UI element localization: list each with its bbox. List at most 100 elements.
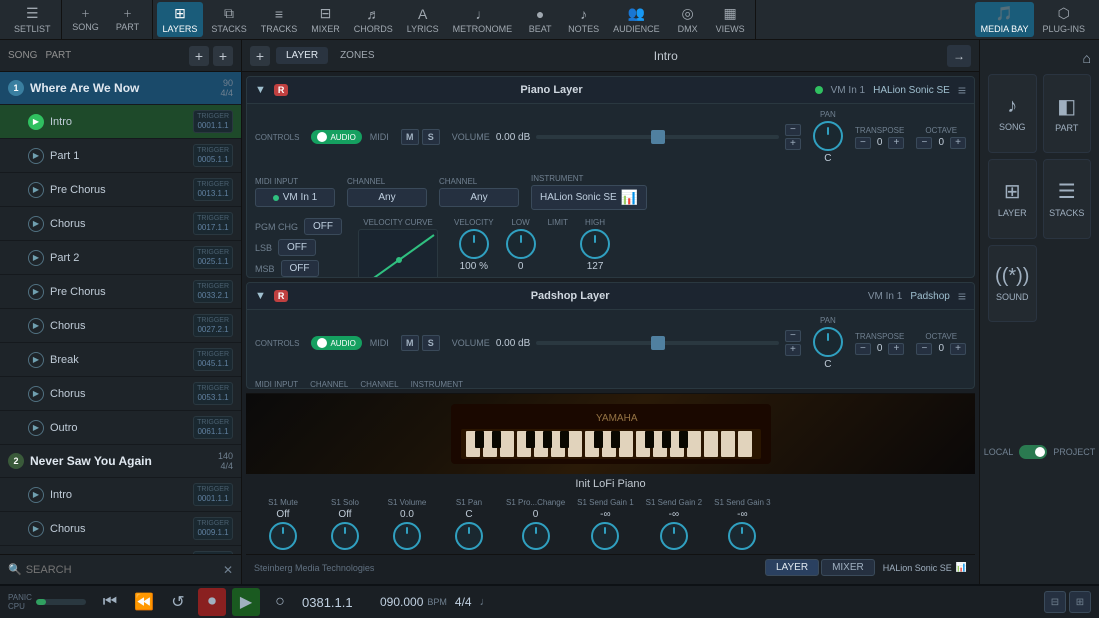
song-item-1[interactable]: 1 Where Are We Now 90 4/4 [0, 72, 241, 105]
octave-plus[interactable]: + [950, 137, 966, 149]
add-song-btn[interactable]: ＋ SONG [66, 4, 106, 35]
media-layer[interactable]: ⊞ LAYER [988, 159, 1037, 238]
media-stacks[interactable]: ☰ STACKS [1043, 159, 1092, 238]
play-btn-break[interactable]: ▶ [28, 352, 44, 368]
part-pre-chorus-2[interactable]: ▶ Pre Chorus TRIGGER 0033.2.1 [0, 275, 241, 309]
part-intro[interactable]: ▶ Intro TRIGGER 0001.1.1 [0, 105, 241, 139]
plus-btn[interactable]: + [785, 138, 801, 150]
volume-track[interactable] [536, 135, 779, 139]
search-input[interactable] [26, 564, 219, 576]
beat-btn[interactable]: ● BEAT [520, 3, 560, 37]
s1-prog-knob[interactable] [522, 522, 550, 550]
media-song[interactable]: ♪ SONG [988, 74, 1037, 153]
record-btn[interactable]: ⏺ [198, 588, 226, 616]
add-part-btn[interactable]: ＋ PART [108, 4, 148, 35]
zones-tab[interactable]: ZONES [330, 47, 384, 64]
media-bay-btn[interactable]: 🎵 MEDIA BAY [975, 2, 1035, 37]
layers-btn[interactable]: ⊞ LAYERS [157, 2, 204, 37]
audience-btn[interactable]: 👥 AUDIENCE [607, 2, 666, 37]
metronome-transport-icon[interactable]: ♩ [480, 596, 491, 608]
plugins-btn[interactable]: ⬡ PLUG-INS [1036, 2, 1091, 37]
padshop-plus-btn[interactable]: + [785, 344, 801, 356]
metronome-btn[interactable]: ♩ METRONOME [447, 3, 519, 37]
m-btn[interactable]: M [401, 129, 419, 145]
play-btn-prechorus1[interactable]: ▶ [28, 182, 44, 198]
home-icon-btn[interactable]: ⌂ [1083, 50, 1091, 66]
part-2[interactable]: ▶ Part 2 TRIGGER 0025.1.1 [0, 241, 241, 275]
play-btn-chorus2[interactable]: ▶ [28, 318, 44, 334]
play-btn-part1[interactable]: ▶ [28, 148, 44, 164]
s-btn[interactable]: S [422, 129, 440, 145]
padshop-volume-track[interactable] [536, 341, 779, 345]
velocity-knob[interactable] [459, 229, 489, 259]
padshop-transpose-plus[interactable]: + [888, 343, 904, 355]
mixer-btn[interactable]: ⊟ MIXER [305, 2, 346, 37]
play-btn-intro[interactable]: ▶ [28, 114, 44, 130]
padshop-transpose-minus[interactable]: − [855, 343, 871, 355]
transpose-minus[interactable]: − [855, 137, 871, 149]
lyrics-btn[interactable]: A LYRICS [401, 3, 445, 37]
s1-volume-knob[interactable] [393, 522, 421, 550]
padshop-filter-icon[interactable]: ▼ [255, 290, 266, 302]
s1-mute-knob[interactable] [269, 522, 297, 550]
layer-menu-btn[interactable]: ≡ [958, 82, 966, 98]
padshop-octave-minus[interactable]: − [916, 343, 932, 355]
add-song-icon-btn[interactable]: + [189, 46, 209, 66]
padshop-octave-plus[interactable]: + [950, 343, 966, 355]
song-item-2[interactable]: 2 Never Saw You Again 140 4/4 [0, 445, 241, 478]
part-s2-chorus[interactable]: ▶ Chorus TRIGGER 0009.1.1 [0, 512, 241, 546]
mixer-tab-btn[interactable]: MIXER [821, 559, 875, 576]
midi-input-value[interactable]: VM In 1 [255, 188, 335, 207]
channel-value[interactable]: Any [439, 188, 519, 207]
instrument-vis-icon[interactable]: 📊 [621, 189, 638, 206]
part-chorus-1[interactable]: ▶ Chorus TRIGGER 0017.1.1 [0, 207, 241, 241]
part-s2-part1[interactable]: ▶ Part 1 TRIGGER 0017.1.1 [0, 546, 241, 554]
view-split-btn[interactable]: ⊟ [1044, 591, 1066, 613]
part-break[interactable]: ▶ Break TRIGGER 0045.1.1 [0, 343, 241, 377]
octave-minus[interactable]: − [916, 137, 932, 149]
part-outro[interactable]: ▶ Outro TRIGGER 0061.1.1 [0, 411, 241, 445]
pgm-chg-value[interactable]: OFF [304, 218, 342, 235]
s1-send1-knob[interactable] [591, 522, 619, 550]
media-part[interactable]: ◧ PART [1043, 74, 1092, 153]
chords-btn[interactable]: ♬ CHORDS [348, 3, 399, 37]
setlist-btn[interactable]: ☰ SETLIST [8, 2, 57, 37]
part-pre-chorus-1[interactable]: ▶ Pre Chorus TRIGGER 0013.1.1 [0, 173, 241, 207]
padshop-audio-toggle[interactable]: AUDIO [311, 336, 361, 350]
instrument-chart-icon[interactable]: 📊 [956, 562, 967, 573]
pan-knob[interactable] [813, 121, 843, 151]
views-btn[interactable]: ▦ VIEWS [710, 2, 751, 37]
part-1[interactable]: ▶ Part 1 TRIGGER 0005.1.1 [0, 139, 241, 173]
local-project-switch[interactable] [1019, 445, 1047, 459]
midi-channel-value[interactable]: Any [347, 188, 427, 207]
padshop-s-btn[interactable]: S [422, 335, 440, 351]
minus-btn[interactable]: − [785, 124, 801, 136]
rewind-btn[interactable]: ⏪ [130, 588, 158, 616]
dmx-btn[interactable]: ◎ DMX [668, 2, 708, 37]
s1-solo-knob[interactable] [331, 522, 359, 550]
search-clear-btn[interactable]: ✕ [223, 563, 233, 577]
s1-send2-knob[interactable] [660, 522, 688, 550]
lsb-value[interactable]: OFF [278, 239, 316, 256]
play-btn-s2intro[interactable]: ▶ [28, 487, 44, 503]
part-chorus-3[interactable]: ▶ Chorus TRIGGER 0053.1.1 [0, 377, 241, 411]
low-knob[interactable] [506, 229, 536, 259]
media-sound[interactable]: ((*)) SOUND [988, 245, 1037, 322]
filter-icon[interactable]: ▼ [255, 84, 266, 96]
padshop-menu-btn[interactable]: ≡ [958, 288, 966, 304]
loop-btn[interactable]: ○ [266, 588, 294, 616]
cycle-btn[interactable]: ↺ [164, 588, 192, 616]
stacks-btn[interactable]: ⧉ STACKS [205, 2, 252, 37]
play-btn-chorus3[interactable]: ▶ [28, 386, 44, 402]
tracks-btn[interactable]: ≡ TRACKS [255, 3, 304, 37]
padshop-pan-knob[interactable] [813, 327, 843, 357]
notes-btn[interactable]: ♪ NOTES [562, 3, 605, 37]
padshop-minus-btn[interactable]: − [785, 330, 801, 342]
play-btn-part2[interactable]: ▶ [28, 250, 44, 266]
s1-pan-knob[interactable] [455, 522, 483, 550]
layer-tab-btn[interactable]: LAYER [765, 559, 819, 576]
add-part-icon-btn[interactable]: + [213, 46, 233, 66]
s1-send3-knob[interactable] [728, 522, 756, 550]
play-btn-prechorus2[interactable]: ▶ [28, 284, 44, 300]
play-btn[interactable]: ▶ [232, 588, 260, 616]
